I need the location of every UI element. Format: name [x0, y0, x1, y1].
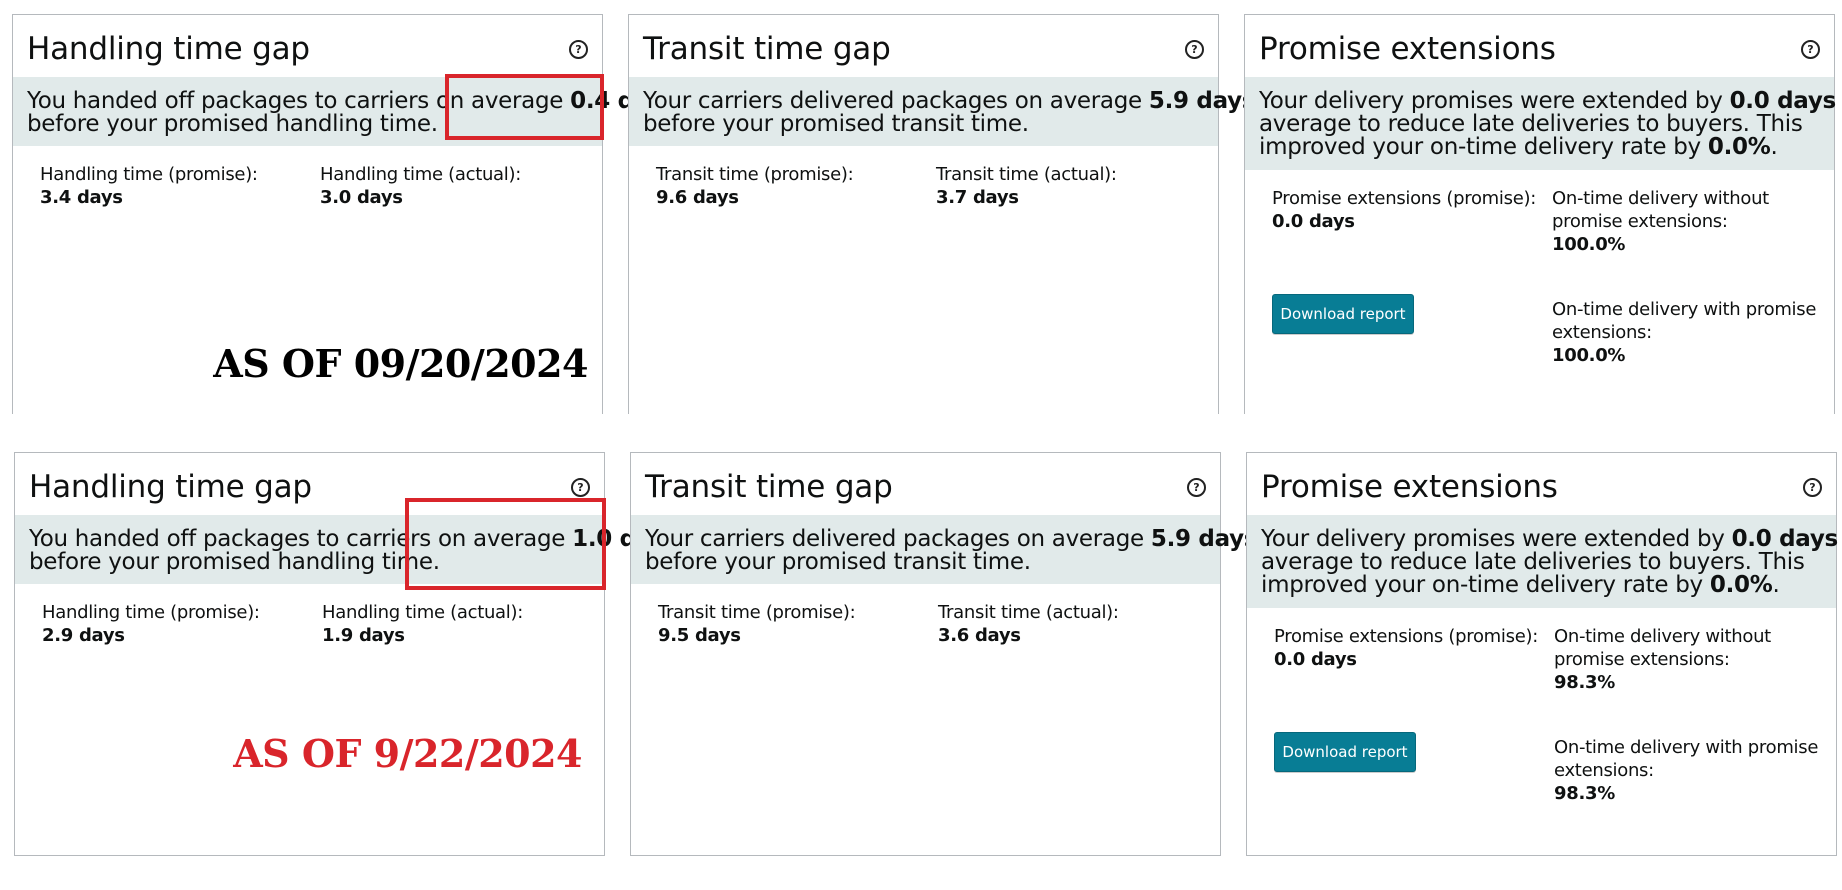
card-title: Transit time gap — [645, 469, 893, 505]
summary-text: before your promised transit time. — [645, 549, 1031, 575]
metric-label: On-time delivery with promise — [1552, 299, 1817, 320]
promise-extensions-card-top: Promise extensions ? Your delivery promi… — [1244, 14, 1836, 414]
summary-band: Your delivery promises were extended by … — [1245, 77, 1836, 170]
metric-value: 0.0 days — [1272, 211, 1355, 232]
metric-value: 3.6 days — [938, 625, 1021, 646]
summary-text: . — [1770, 134, 1778, 160]
metric-label: promise extensions: — [1552, 211, 1728, 232]
handling-time-gap-card-top: Handling time gap ? You handed off packa… — [12, 14, 677, 414]
metric-value: 9.5 days — [658, 625, 741, 646]
metric-label: On-time delivery without — [1552, 188, 1769, 209]
metric-value: 98.3% — [1554, 672, 1615, 693]
transit-time-gap-card-bottom: Transit time gap ? Your carriers deliver… — [630, 452, 1257, 856]
ontime-with-metric: On-time delivery with promise extensions… — [1552, 298, 1816, 367]
summary-band: You handed off packages to carriers on a… — [15, 515, 665, 584]
summary-text: average to reduce late deliveries to buy… — [1259, 111, 1803, 137]
card-title: Promise extensions — [1259, 31, 1556, 67]
metric-label: Handling time (actual): — [320, 164, 521, 185]
summary-value: 0.0% — [1709, 572, 1773, 598]
as-of-date-stamp: AS OF 9/22/2024 — [233, 731, 582, 776]
metric-label: Transit time (actual): — [936, 164, 1117, 185]
transit-actual-metric: Transit time (actual): 3.7 days — [936, 163, 1117, 209]
download-report-button[interactable]: Download report — [1274, 732, 1416, 772]
help-icon[interactable]: ? — [569, 40, 588, 59]
summary-value: 0.0% — [1707, 134, 1771, 160]
summary-value: 5.9 days — [1150, 526, 1258, 552]
summary-band: Your carriers delivered packages on aver… — [629, 77, 1255, 146]
metric-label: Handling time (promise): — [40, 164, 258, 185]
metric-value: 100.0% — [1552, 345, 1626, 366]
metric-label: Handling time (promise): — [42, 602, 260, 623]
help-icon[interactable]: ? — [1801, 40, 1820, 59]
summary-text: before your promised handling time. — [29, 549, 440, 575]
metric-value: 98.3% — [1554, 783, 1615, 804]
card-title: Promise extensions — [1261, 469, 1558, 505]
metric-label: Transit time (promise): — [658, 602, 856, 623]
transit-actual-metric: Transit time (actual): 3.6 days — [938, 601, 1119, 647]
metric-label: Transit time (actual): — [938, 602, 1119, 623]
promise-extension-metric: Promise extensions (promise): 0.0 days — [1272, 187, 1536, 233]
card-title: Handling time gap — [27, 31, 310, 67]
ontime-without-metric: On-time delivery without promise extensi… — [1552, 187, 1769, 256]
metric-label: Handling time (actual): — [322, 602, 523, 623]
metric-value: 1.9 days — [322, 625, 405, 646]
summary-text: improved your on-time delivery rate by — [1259, 134, 1708, 160]
as-of-date-stamp: AS OF 09/20/2024 — [213, 341, 588, 386]
download-report-button[interactable]: Download report — [1272, 294, 1414, 334]
help-icon[interactable]: ? — [1187, 478, 1206, 497]
metric-value: 3.7 days — [936, 187, 1019, 208]
metric-label: extensions: — [1554, 760, 1654, 781]
metric-value: 3.0 days — [320, 187, 403, 208]
help-icon[interactable]: ? — [1803, 478, 1822, 497]
handling-time-gap-card-bottom: Handling time gap ? You handed off packa… — [14, 452, 665, 856]
summary-band: Your delivery promises were extended by … — [1247, 515, 1838, 608]
card-title: Transit time gap — [643, 31, 891, 67]
summary-text: before your promised transit time. — [643, 111, 1029, 137]
transit-promise-metric: Transit time (promise): 9.6 days — [656, 163, 854, 209]
summary-text: average to reduce late deliveries to buy… — [1261, 549, 1805, 575]
metric-value: 100.0% — [1552, 234, 1626, 255]
handling-actual-metric: Handling time (actual): 1.9 days — [322, 601, 523, 647]
card-title: Handling time gap — [29, 469, 312, 505]
handling-promise-metric: Handling time (promise): 2.9 days — [42, 601, 260, 647]
ontime-with-metric: On-time delivery with promise extensions… — [1554, 736, 1818, 805]
metric-value: 0.0 days — [1274, 649, 1357, 670]
summary-text: . — [1772, 572, 1780, 598]
help-icon[interactable]: ? — [1185, 40, 1204, 59]
summary-text: improved your on-time delivery rate by — [1261, 572, 1710, 598]
help-icon[interactable]: ? — [571, 478, 590, 497]
promise-extension-metric: Promise extensions (promise): 0.0 days — [1274, 625, 1538, 671]
metric-label: extensions: — [1552, 322, 1652, 343]
metric-label: On-time delivery with promise — [1554, 737, 1819, 758]
metric-label: Promise extensions (promise): — [1274, 626, 1538, 647]
metric-label: promise extensions: — [1554, 649, 1730, 670]
metric-value: 3.4 days — [40, 187, 123, 208]
summary-value: 5.9 days — [1148, 88, 1256, 114]
handling-promise-metric: Handling time (promise): 3.4 days — [40, 163, 258, 209]
metric-value: 9.6 days — [656, 187, 739, 208]
promise-extensions-card-bottom: Promise extensions ? Your delivery promi… — [1246, 452, 1838, 856]
metric-label: On-time delivery without — [1554, 626, 1771, 647]
summary-text: before your promised handling time. — [27, 111, 438, 137]
summary-band: Your carriers delivered packages on aver… — [631, 515, 1257, 584]
summary-text: on — [1836, 88, 1842, 114]
metric-value: 2.9 days — [42, 625, 125, 646]
handling-actual-metric: Handling time (actual): 3.0 days — [320, 163, 521, 209]
ontime-without-metric: On-time delivery without promise extensi… — [1554, 625, 1771, 694]
transit-promise-metric: Transit time (promise): 9.5 days — [658, 601, 856, 647]
transit-time-gap-card-top: Transit time gap ? Your carriers deliver… — [628, 14, 1255, 414]
summary-text: on — [1838, 526, 1842, 552]
metric-label: Promise extensions (promise): — [1272, 188, 1536, 209]
metric-label: Transit time (promise): — [656, 164, 854, 185]
summary-band: You handed off packages to carriers on a… — [13, 77, 677, 146]
